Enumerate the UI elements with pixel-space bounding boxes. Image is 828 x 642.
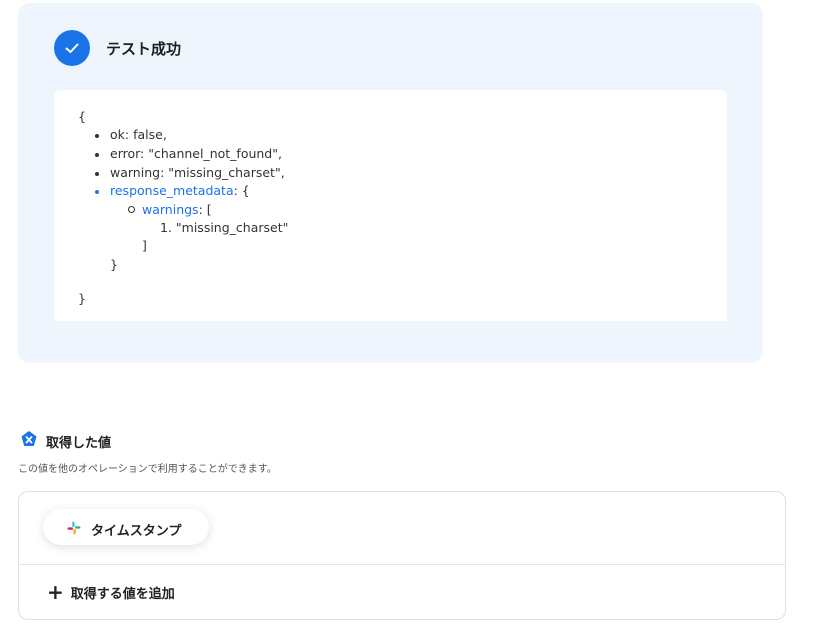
add-value-label: 取得する値を追加 [70, 586, 175, 602]
json-warnings-close: ] [142, 238, 147, 253]
warnings-key[interactable]: warnings [142, 202, 199, 217]
acquired-values-card: タイムスタンプ + 取得する値を追加 [18, 491, 786, 620]
acquired-values-title: 取得した値 [46, 436, 112, 451]
json-metadata-close: } [110, 257, 118, 272]
test-result-title: テスト成功 [106, 40, 182, 58]
list-circle-bullet [128, 206, 135, 213]
card-divider [19, 564, 785, 565]
variable-icon [21, 431, 37, 446]
test-result-panel: テスト成功 { ok: false, error: "channel_not_f… [18, 3, 763, 363]
plus-icon: + [47, 580, 64, 604]
list-bullet [95, 190, 99, 194]
value-chip-label: タイムスタンプ [91, 524, 182, 539]
json-open-brace: { [78, 109, 86, 124]
check-icon [54, 30, 90, 66]
response-json: { ok: false, error: "channel_not_found",… [54, 90, 727, 321]
json-line-response-metadata: response_metadata: { [110, 183, 250, 198]
json-line-ok: ok: false, [110, 127, 167, 142]
value-chip-timestamp[interactable]: タイムスタンプ [43, 509, 209, 545]
json-warnings-item: 1. "missing_charset" [160, 220, 289, 235]
list-bullet [95, 153, 99, 157]
json-line-error: error: "channel_not_found", [110, 146, 282, 161]
slack-icon [67, 521, 81, 535]
list-bullet [95, 134, 99, 138]
json-line-warning: warning: "missing_charset", [110, 165, 285, 180]
json-line-warnings: warnings: [ [142, 202, 212, 217]
acquired-values-description: この値を他のオペレーションで利用することができます。 [18, 464, 277, 475]
json-close-brace: } [78, 291, 86, 306]
add-value-button[interactable]: + 取得する値を追加 [47, 578, 175, 606]
list-bullet [95, 172, 99, 176]
response-metadata-key[interactable]: response_metadata [110, 183, 234, 198]
